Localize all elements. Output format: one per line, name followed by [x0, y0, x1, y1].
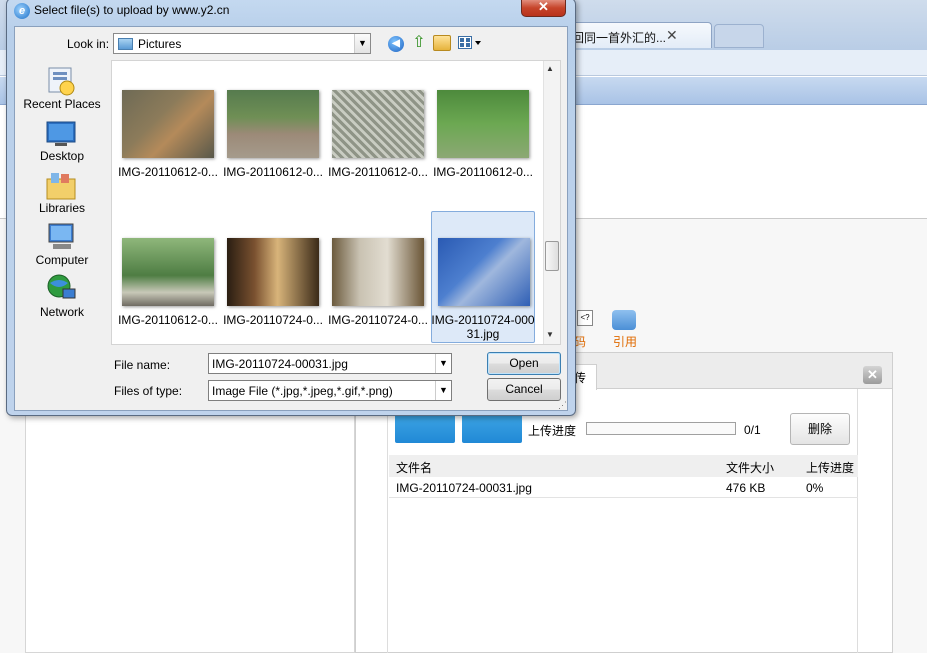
cancel-button[interactable]: Cancel [487, 378, 561, 401]
vertical-scrollbar[interactable] [543, 61, 560, 344]
place-desktop[interactable]: Desktop [14, 149, 110, 163]
new-tab-button[interactable] [714, 24, 764, 48]
place-recent-places[interactable]: Recent Places [14, 97, 110, 111]
file-thumbnail-net[interactable] [332, 90, 424, 158]
quote-button-label[interactable]: 引用 [613, 333, 637, 350]
close-icon[interactable]: ✕ [863, 366, 882, 384]
recent-places-icon [45, 66, 77, 96]
folder-icon [118, 38, 133, 50]
quote-icon[interactable] [612, 310, 636, 330]
file-label[interactable]: IMG-20110724-0... [326, 313, 430, 327]
desktop-icon [45, 119, 77, 149]
column-header-filesize: 文件大小 [726, 461, 775, 475]
file-thumbnail-deer[interactable] [122, 90, 214, 158]
file-label[interactable]: IMG-20110612-0... [116, 165, 220, 179]
progress-bar [586, 422, 736, 435]
row-divider [389, 497, 858, 498]
file-label[interactable]: IMG-20110612-0... [221, 165, 325, 179]
file-name-label: File name: [114, 358, 171, 372]
place-network[interactable]: Network [14, 305, 110, 319]
column-header-filename: 文件名 [396, 461, 433, 475]
ie-icon: e [14, 3, 30, 19]
row-filename[interactable]: IMG-20110724-00031.jpg [396, 481, 532, 495]
table-header [389, 455, 858, 477]
scrollbar-thumb[interactable] [545, 241, 559, 271]
file-thumbnail-park[interactable] [122, 238, 214, 306]
row-progress: 0% [806, 481, 824, 495]
chevron-down-icon[interactable]: ▼ [435, 381, 451, 400]
look-in-label: Look in: [67, 37, 110, 51]
file-label[interactable]: IMG-20110612-0... [116, 313, 220, 327]
file-thumbnail-trees[interactable] [437, 90, 529, 158]
file-name-value[interactable]: IMG-20110724-00031.jpg [212, 357, 348, 371]
file-label[interactable]: IMG-20110612-0... [326, 165, 430, 179]
close-button[interactable]: ✕ [521, 0, 566, 17]
file-label-selected[interactable]: IMG-20110724-000 31.jpg [431, 313, 535, 341]
computer-icon [45, 222, 77, 252]
scroll-up-icon[interactable]: ▲ [546, 64, 554, 73]
file-type-value: Image File (*.jpg,*.jpeg,*.gif,*.png) [212, 384, 393, 398]
libraries-icon [45, 171, 77, 201]
progress-count: 0/1 [744, 423, 761, 437]
network-icon [45, 273, 77, 303]
back-arrow-icon[interactable]: ◀ [388, 36, 404, 52]
dialog-title: Select file(s) to upload by www.y2.cn [34, 3, 230, 17]
new-folder-icon[interactable] [433, 35, 451, 51]
select-files-button[interactable] [395, 413, 455, 443]
start-upload-button[interactable] [462, 413, 522, 443]
row-filesize: 476 KB [726, 481, 766, 495]
file-thumbnail-box[interactable] [227, 238, 319, 306]
open-button[interactable]: Open [487, 352, 561, 375]
resize-grip-icon[interactable]: ⋰ [558, 400, 567, 411]
file-thumbnail-package[interactable] [438, 238, 530, 306]
file-label[interactable]: IMG-20110724-0... [221, 313, 325, 327]
browser-tab-title: 回同一首外汇的... [572, 31, 667, 45]
file-label[interactable]: IMG-20110612-0... [431, 165, 535, 179]
place-computer[interactable]: Computer [14, 253, 110, 267]
file-type-label: Files of type: [114, 384, 183, 398]
column-header-progress: 上传进度 [806, 461, 855, 475]
progress-label: 上传进度 [528, 424, 577, 438]
up-folder-icon[interactable]: ⇧ [410, 34, 428, 52]
scroll-down-icon[interactable]: ▼ [546, 330, 554, 339]
delete-button[interactable]: 删除 [790, 413, 850, 445]
code-icon[interactable]: <? [577, 310, 593, 326]
chevron-down-icon[interactable]: ▼ [354, 34, 370, 53]
file-thumbnail-paper[interactable] [332, 238, 424, 306]
chevron-down-icon[interactable]: ▼ [435, 354, 451, 373]
place-libraries[interactable]: Libraries [14, 201, 110, 215]
look-in-value: Pictures [138, 37, 182, 51]
view-menu-icon[interactable] [458, 36, 482, 50]
close-icon[interactable]: ✕ [666, 27, 678, 44]
file-thumbnail-fence[interactable] [227, 90, 319, 158]
